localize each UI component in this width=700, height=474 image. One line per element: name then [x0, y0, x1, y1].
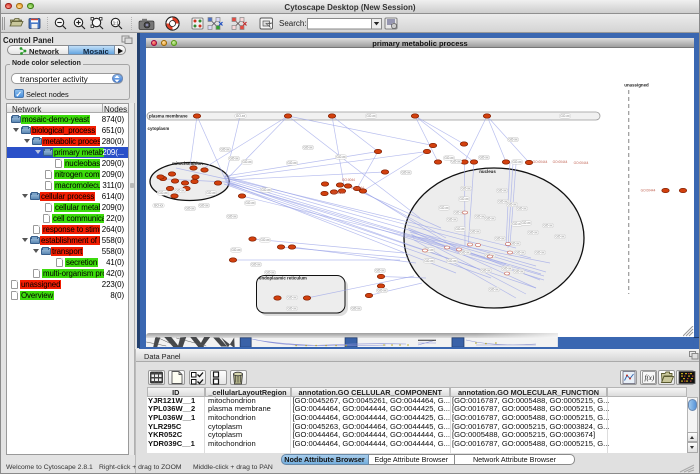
svg-text:GO-xx: GO-xx — [459, 197, 469, 201]
svg-text:GO-xx: GO-xx — [497, 188, 507, 192]
svg-text:GO-xx: GO-xx — [229, 156, 239, 160]
svg-text:GO-xx: GO-xx — [375, 268, 385, 272]
svg-text:GO-xx: GO-xx — [154, 203, 164, 207]
svg-text:1:1: 1:1 — [113, 21, 120, 26]
svg-text:GO-xx: GO-xx — [535, 250, 545, 254]
svg-text:mitochondrion: mitochondrion — [172, 161, 203, 166]
svg-text:GO:00444: GO:00444 — [641, 188, 656, 192]
svg-text:GO-xx: GO-xx — [447, 259, 457, 263]
svg-text:GO-xx: GO-xx — [351, 306, 361, 310]
svg-text:GO-xx: GO-xx — [236, 114, 246, 118]
svg-text:GO-xx: GO-xx — [507, 202, 517, 206]
svg-text:GO-xx: GO-xx — [185, 206, 195, 210]
svg-text:f(x): f(x) — [644, 374, 654, 382]
svg-text:GO-xx: GO-xx — [439, 206, 449, 210]
svg-text:GO-xx: GO-xx — [489, 287, 499, 291]
svg-text:GO-xx: GO-xx — [479, 155, 489, 159]
svg-text:GO-xx: GO-xx — [401, 170, 411, 174]
svg-text:GO-xx: GO-xx — [521, 221, 531, 225]
svg-text:unassigned: unassigned — [624, 82, 649, 87]
svg-text:GO:00444: GO:00444 — [574, 161, 589, 165]
svg-text:GO-xx: GO-xx — [555, 234, 565, 238]
svg-text:GO:00444: GO:00444 — [553, 160, 568, 164]
svg-text:GO-xx: GO-xx — [260, 238, 270, 242]
svg-text:GO-xx: GO-xx — [245, 201, 255, 205]
svg-text:GO-xx: GO-xx — [336, 155, 346, 159]
svg-text:GO-xx: GO-xx — [528, 230, 538, 234]
svg-text:GO-xx: GO-xx — [481, 268, 491, 272]
svg-text:GO-xx: GO-xx — [377, 288, 387, 292]
svg-text:GO-xx: GO-xx — [455, 227, 465, 231]
svg-text:cytoplasm: cytoplasm — [148, 126, 170, 131]
svg-text:nucleus: nucleus — [479, 169, 496, 174]
svg-text:GO-xx: GO-xx — [287, 306, 297, 310]
svg-text:GO-xx: GO-xx — [175, 188, 185, 192]
svg-text:GO-xx: GO-xx — [517, 206, 527, 210]
svg-text:GO-xx: GO-xx — [461, 186, 471, 190]
svg-text:GO:0044: GO:0044 — [342, 178, 355, 182]
svg-text:GO-xx: GO-xx — [543, 223, 553, 227]
svg-text:GO-xx: GO-xx — [470, 229, 480, 233]
svg-text:GO:00444: GO:00444 — [533, 160, 548, 164]
svg-text:GO-xx: GO-xx — [220, 147, 230, 151]
svg-text:GO-xx: GO-xx — [485, 216, 495, 220]
svg-text:GO:0044: GO:0044 — [351, 186, 364, 190]
svg-text:GO-xx: GO-xx — [424, 259, 434, 263]
svg-text:GO-xx: GO-xx — [366, 114, 376, 118]
svg-text:GO-xx: GO-xx — [287, 295, 297, 299]
svg-text:GO-xx: GO-xx — [512, 160, 522, 164]
svg-text:GO-xx: GO-xx — [303, 145, 313, 149]
svg-text:GO-xx: GO-xx — [515, 250, 525, 254]
svg-text:GO-xx: GO-xx — [514, 269, 524, 273]
svg-text:GO-xx: GO-xx — [227, 214, 237, 218]
svg-text:GO-xx: GO-xx — [206, 191, 216, 195]
svg-text:GO-xx: GO-xx — [231, 248, 241, 252]
svg-text:GO-xx: GO-xx — [287, 161, 297, 165]
svg-text:GO-xx: GO-xx — [460, 250, 470, 254]
svg-text:GO:0044: GO:0044 — [332, 191, 345, 195]
svg-text:GO-xx: GO-xx — [265, 270, 275, 274]
svg-text:GO-xx: GO-xx — [560, 114, 570, 118]
svg-text:GO-xx: GO-xx — [242, 160, 252, 164]
svg-text:GO-xx: GO-xx — [261, 188, 271, 192]
svg-text:GO-xx: GO-xx — [475, 214, 485, 218]
svg-text:GO-xx: GO-xx — [251, 262, 261, 266]
svg-text:GO-xx: GO-xx — [508, 137, 518, 141]
svg-text:GO-xx: GO-xx — [199, 203, 209, 207]
svg-text:GO-xx: GO-xx — [502, 266, 512, 270]
svg-text:GO-xx: GO-xx — [444, 156, 454, 160]
svg-text:GO-xx: GO-xx — [447, 217, 457, 221]
svg-text:GO-xx: GO-xx — [510, 241, 520, 245]
svg-text:plasma membrane: plasma membrane — [149, 113, 188, 118]
svg-text:GO-xx: GO-xx — [495, 236, 505, 240]
svg-text:Search:: Search: — [279, 19, 307, 28]
svg-text:GO-xx: GO-xx — [158, 191, 168, 195]
svg-text:endoplasmic reticulum: endoplasmic reticulum — [259, 275, 307, 280]
